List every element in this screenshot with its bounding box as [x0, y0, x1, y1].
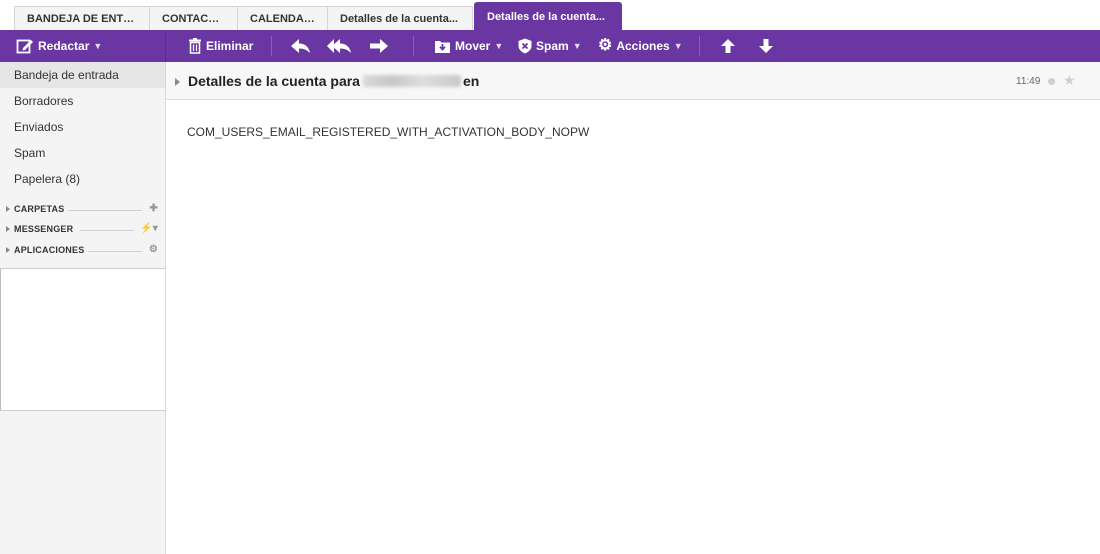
expand-triangle-icon [6, 206, 10, 212]
compose-label: Redactar [38, 39, 90, 53]
section-label: CARPETAS [14, 204, 65, 214]
delete-button[interactable]: Eliminar [188, 30, 253, 62]
compose-icon [16, 37, 34, 55]
sidebar-item-trash[interactable]: Papelera (8) [0, 166, 166, 192]
tab-inbox[interactable]: BANDEJA DE ENTRADA [14, 6, 150, 30]
move-button[interactable]: Mover ▼ [434, 30, 503, 62]
sidebar-item-label: Spam [14, 146, 46, 160]
chevron-down-icon: ▼ [572, 41, 582, 51]
read-status-dot-icon[interactable] [1048, 78, 1055, 85]
compose-button[interactable]: Redactar ▼ [16, 30, 102, 62]
reply-all-icon [327, 38, 353, 54]
sidebar-item-label: Papelera (8) [14, 172, 81, 186]
sidebar-section-apps[interactable]: APLICACIONES ⚙ [0, 241, 166, 261]
tab-account-details-2[interactable]: Detalles de la cuenta... [474, 2, 622, 30]
sidebar-section-messenger[interactable]: MESSENGER ⚡▾ [0, 220, 166, 240]
sidebar-item-spam[interactable]: Spam [0, 140, 166, 166]
toolbar-divider [413, 36, 414, 56]
tab-account-details-1[interactable]: Detalles de la cuenta... [327, 6, 473, 30]
expand-triangle-icon [6, 226, 10, 232]
delete-label: Eliminar [206, 39, 254, 53]
arrow-down-icon [758, 38, 774, 54]
forward-button[interactable] [369, 30, 389, 62]
sidebar-item-label: Borradores [14, 94, 74, 108]
forward-arrow-icon [369, 38, 389, 54]
section-label: MESSENGER [14, 224, 74, 234]
spam-button[interactable]: Spam ▼ [518, 30, 582, 62]
star-icon[interactable]: ★ [1063, 72, 1076, 89]
message-subject: Detalles de la cuenta para en [188, 73, 479, 89]
gear-icon[interactable]: ⚙ [149, 244, 158, 255]
section-rule [80, 230, 134, 231]
gear-icon: ⚙ [598, 37, 613, 54]
sidebar-item-drafts[interactable]: Borradores [0, 88, 166, 114]
subject-prefix: Detalles de la cuenta para [188, 73, 360, 89]
toolbar: Redactar ▼ Eliminar Mover ▼ Spam ▼ ⚙ Acc… [0, 30, 1100, 62]
reply-icon [290, 38, 312, 54]
tab-contacts[interactable]: CONTACTOS [149, 6, 238, 30]
sidebar: Bandeja de entrada Borradores Enviados S… [0, 62, 166, 554]
section-rule [88, 251, 142, 252]
section-rule [68, 210, 142, 211]
spam-label: Spam [536, 39, 569, 53]
actions-label: Acciones [616, 39, 670, 53]
trash-icon [188, 38, 202, 54]
expand-triangle-icon [6, 247, 10, 253]
sidebar-item-inbox[interactable]: Bandeja de entrada [0, 62, 166, 88]
tab-calendar[interactable]: CALENDARIO [237, 6, 328, 30]
chevron-down-icon: ▼ [673, 41, 683, 51]
sidebar-section-folders[interactable]: CARPETAS ✚ [0, 200, 166, 220]
arrow-up-icon [720, 38, 736, 54]
sidebar-divider [165, 62, 166, 554]
shield-icon [518, 38, 532, 54]
toolbar-divider [699, 36, 700, 56]
chevron-down-icon: ▼ [494, 41, 504, 51]
chevron-down-icon: ▼ [93, 41, 103, 51]
reply-button[interactable] [290, 30, 312, 62]
sidebar-item-label: Bandeja de entrada [14, 68, 119, 82]
move-label: Mover [455, 39, 491, 53]
redacted-name [362, 75, 461, 87]
toolbar-divider [271, 36, 272, 56]
message-time: 11:49 [1016, 76, 1041, 87]
sidebar-item-label: Enviados [14, 120, 64, 134]
expand-triangle-icon[interactable] [175, 78, 180, 86]
tab-strip: BANDEJA DE ENTRADA CONTACTOS CALENDARIO … [0, 0, 1100, 30]
folder-move-icon [434, 39, 451, 54]
next-message-button[interactable] [758, 30, 774, 62]
section-label: APLICACIONES [14, 245, 85, 255]
sidebar-item-sent[interactable]: Enviados [0, 114, 166, 140]
sidebar-panel [0, 268, 166, 411]
message-body: COM_USERS_EMAIL_REGISTERED_WITH_ACTIVATI… [187, 125, 590, 139]
subject-suffix: en [462, 73, 480, 89]
message-header[interactable]: Detalles de la cuenta para en 11:49 ★ [166, 62, 1100, 100]
status-icon[interactable]: ⚡▾ [140, 223, 158, 234]
plus-icon[interactable]: ✚ [149, 203, 158, 214]
reply-all-button[interactable] [327, 30, 353, 62]
actions-button[interactable]: ⚙ Acciones ▼ [598, 30, 683, 62]
previous-message-button[interactable] [720, 30, 736, 62]
